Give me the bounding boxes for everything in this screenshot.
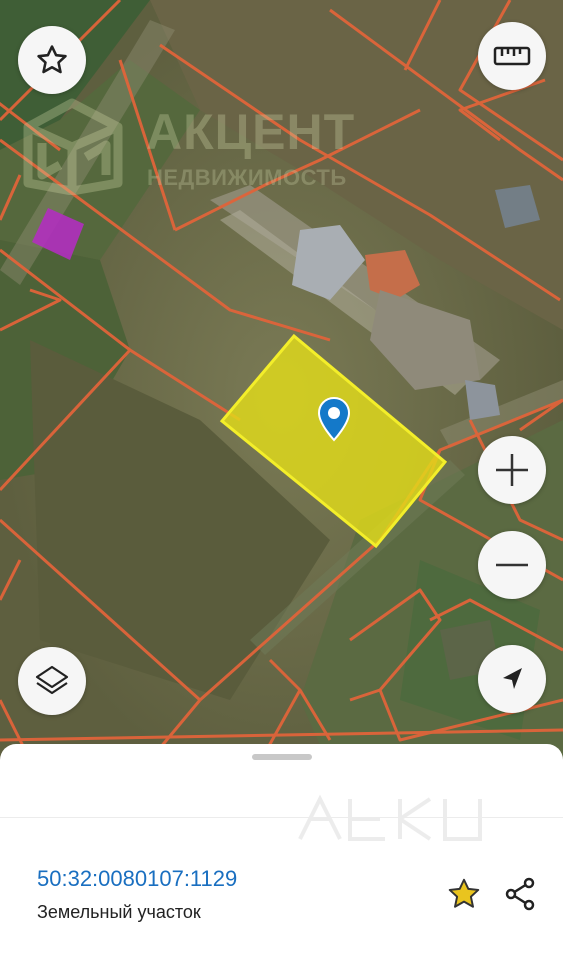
- zoom-out-button[interactable]: [478, 531, 546, 599]
- share-button[interactable]: [500, 874, 540, 914]
- locate-button[interactable]: [478, 645, 546, 713]
- star-icon: [448, 878, 480, 908]
- minus-icon: [496, 563, 528, 567]
- details-sheet[interactable]: 50:32:0080107:1129 Земельный участок: [0, 744, 563, 960]
- share-icon: [505, 877, 535, 911]
- watermark-logo-icon: [23, 98, 123, 196]
- location-pin-icon[interactable]: [317, 396, 351, 447]
- layers-icon: [35, 665, 69, 695]
- map-view[interactable]: АКЦЕНТ НЕДВИЖИМОСТЬ: [0, 0, 563, 790]
- ruler-icon: [493, 46, 531, 66]
- favorite-map-button[interactable]: [18, 26, 86, 94]
- zoom-in-button[interactable]: [478, 436, 546, 504]
- ruler-button[interactable]: [478, 22, 546, 90]
- layers-button[interactable]: [18, 647, 86, 715]
- sheet-divider: [0, 817, 563, 818]
- watermark: АКЦЕНТ НЕДВИЖИМОСТЬ: [20, 95, 380, 205]
- favorite-button[interactable]: [444, 874, 484, 914]
- plus-icon: [496, 454, 528, 486]
- navigation-arrow-icon: [503, 668, 522, 689]
- property-type: Земельный участок: [37, 902, 201, 922]
- star-outline-icon: [37, 45, 67, 74]
- watermark-title: АКЦЕНТ: [146, 104, 356, 160]
- background-watermark: [298, 794, 482, 841]
- sheet-drag-handle[interactable]: [252, 754, 312, 760]
- watermark-subtitle: НЕДВИЖИМОСТЬ: [147, 165, 347, 190]
- cadastral-number-link[interactable]: 50:32:0080107:1129: [37, 866, 237, 892]
